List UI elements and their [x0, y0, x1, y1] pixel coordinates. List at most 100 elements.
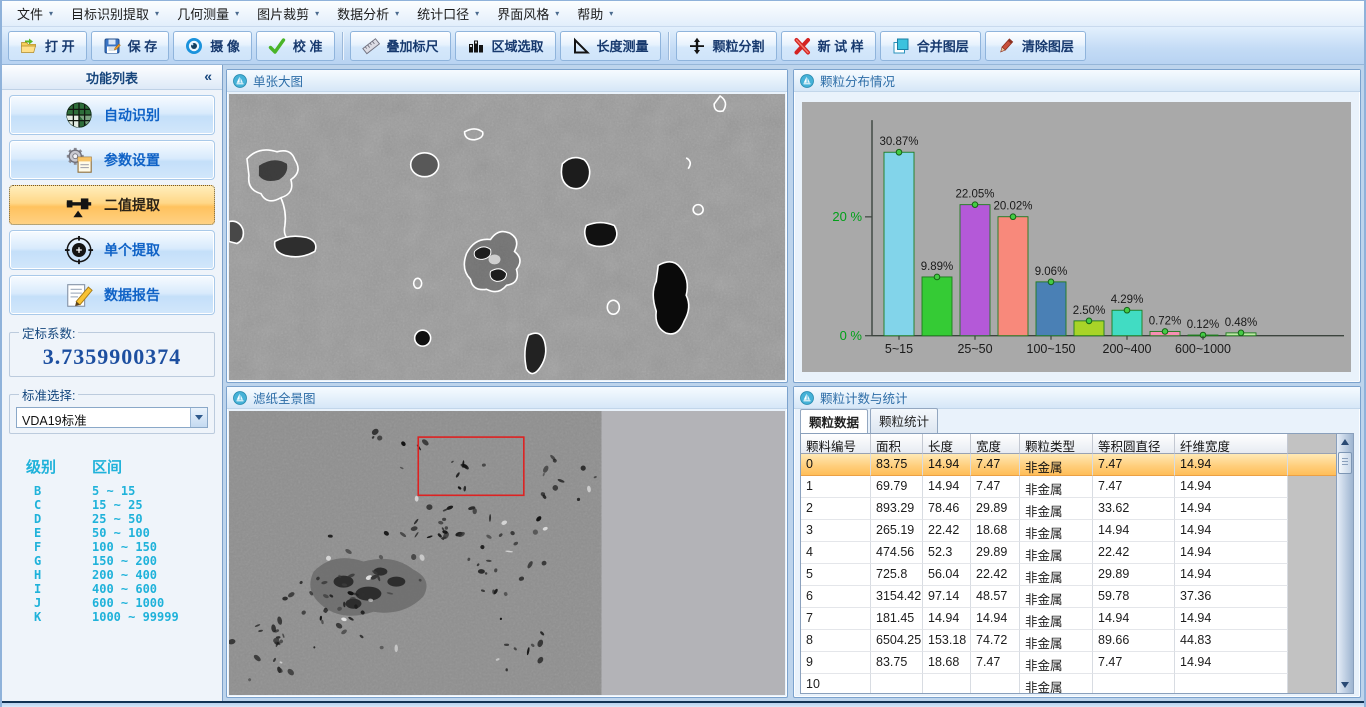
- scroll-down-button[interactable]: [1337, 677, 1353, 693]
- scroll-thumb[interactable]: [1338, 452, 1352, 474]
- clear-layers-button[interactable]: 清除图层: [985, 31, 1086, 61]
- sidebar-button-data-report[interactable]: 数据报告: [9, 275, 215, 315]
- table-cell: 2: [801, 498, 871, 520]
- chevron-down-icon: ▾: [155, 9, 159, 18]
- menu-item-0[interactable]: 文件▾: [8, 1, 62, 26]
- standard-label: 标准选择:: [19, 385, 78, 404]
- clear-layers-icon: [997, 37, 1015, 55]
- level-range: 400 ~ 600: [92, 582, 157, 596]
- table-row[interactable]: 3265.1922.4218.68非金属14.9414.94: [801, 520, 1336, 542]
- overlay-ruler-button[interactable]: 叠加标尺: [350, 31, 451, 61]
- camera-button[interactable]: 摄 像: [173, 31, 252, 61]
- table-row[interactable]: 7181.4514.9414.94非金属14.9414.94: [801, 608, 1336, 630]
- sidebar-button-binary-extract[interactable]: 二值提取: [9, 185, 215, 225]
- menu-item-5[interactable]: 统计口径▾: [408, 1, 488, 26]
- table-cell: 14.94: [1093, 520, 1175, 542]
- toolbar-separator: [342, 32, 343, 60]
- toolbar-button-label: 长度测量: [597, 36, 649, 55]
- table-cell: 7.47: [971, 476, 1020, 498]
- table-cell: 37.36: [1175, 586, 1288, 608]
- sidebar-button-auto-recognize[interactable]: 自动识别: [9, 95, 215, 135]
- triangle-up-icon: [1341, 439, 1349, 445]
- level-range: 100 ~ 150: [92, 540, 157, 554]
- table-cell: 7.47: [971, 454, 1020, 476]
- table-row[interactable]: 4474.5652.329.89非金属22.4214.94: [801, 542, 1336, 564]
- scroll-up-button[interactable]: [1337, 434, 1353, 450]
- sidebar-button-single-extract[interactable]: 单个提取: [9, 230, 215, 270]
- table-row[interactable]: 983.7518.687.47非金属7.4714.94: [801, 652, 1336, 674]
- chevron-down-icon: ▾: [555, 9, 559, 18]
- menu-item-3[interactable]: 图片裁剪▾: [248, 1, 328, 26]
- table-cell: 非金属: [1020, 586, 1093, 608]
- level-grade: F: [26, 540, 92, 554]
- calibration-group: 定标系数: 3.7359900374: [9, 323, 215, 377]
- table-cell: 181.45: [871, 608, 923, 630]
- main-panels: 单张大图: [223, 65, 1364, 701]
- tab-particle-data[interactable]: 颗粒数据: [800, 409, 868, 434]
- toolbar-button-label: 区域选取: [492, 36, 544, 55]
- table-row[interactable]: 63154.4297.1448.57非金属59.7837.36: [801, 586, 1336, 608]
- table-row[interactable]: 86504.25153.1874.72非金属89.6644.83: [801, 630, 1336, 652]
- svg-text:20.02%: 20.02%: [994, 201, 1033, 213]
- length-measure-button[interactable]: 长度测量: [560, 31, 661, 61]
- table-cell: 3154.42: [871, 586, 923, 608]
- sidebar-button-param-settings[interactable]: 参数设置: [9, 140, 215, 180]
- table-cell-filler: [1288, 652, 1336, 674]
- open-button[interactable]: 打 开: [8, 31, 87, 61]
- level-range: 150 ~ 200: [92, 554, 157, 568]
- table-cell: 6504.25: [871, 630, 923, 652]
- table-vertical-scrollbar[interactable]: [1336, 434, 1353, 693]
- tab-particle-stats[interactable]: 颗粒统计: [870, 408, 938, 433]
- table-cell: 14.94: [1175, 652, 1288, 674]
- table-row[interactable]: 5725.856.0422.42非金属29.8914.94: [801, 564, 1336, 586]
- menu-item-4[interactable]: 数据分析▾: [328, 1, 408, 26]
- calibrate-button[interactable]: 校 准: [256, 31, 335, 61]
- sidebar-buttons: 自动识别参数设置二值提取单个提取数据报告: [2, 90, 222, 315]
- menu-item-2[interactable]: 几何测量▾: [168, 1, 248, 26]
- table-cell-filler: [1288, 674, 1336, 693]
- calibration-label: 定标系数:: [19, 323, 78, 342]
- table-row[interactable]: 2893.2978.4629.89非金属33.6214.94: [801, 498, 1336, 520]
- combobox-dropdown-button[interactable]: [190, 408, 207, 427]
- column-header: 面积: [871, 434, 923, 454]
- menu-item-6[interactable]: 界面风格▾: [488, 1, 568, 26]
- toolbar: 打 开 保 存摄 像校 准叠加标尺 区域选取 长度测量 颗粒分割新 试 样合并图层清除图…: [2, 27, 1364, 65]
- svg-text:0 %: 0 %: [840, 328, 863, 343]
- sidebar-collapse-button[interactable]: «: [204, 68, 212, 84]
- table-cell-filler: [1288, 476, 1336, 498]
- panorama-canvas[interactable]: [229, 411, 785, 695]
- save-button[interactable]: 保 存: [91, 31, 170, 61]
- standard-group: 标准选择: VDA19标准: [9, 385, 215, 434]
- svg-text:2.50%: 2.50%: [1073, 305, 1106, 317]
- single-image-canvas[interactable]: [229, 94, 785, 380]
- merge-layers-button[interactable]: 合并图层: [880, 31, 981, 61]
- table-cell: 非金属: [1020, 476, 1093, 498]
- length-measure-icon: [572, 37, 590, 55]
- toolbar-button-label: 保 存: [128, 36, 158, 55]
- table-row[interactable]: 10非金属: [801, 674, 1336, 693]
- table-cell: 29.89: [971, 498, 1020, 520]
- standard-combobox[interactable]: VDA19标准: [16, 407, 208, 428]
- table-cell: 7.47: [1093, 476, 1175, 498]
- bar-chart: 0 %20 %30.87%9.89%22.05%20.02%9.06%2.50%…: [802, 102, 1351, 372]
- region-select-icon: [467, 37, 485, 55]
- table-cell: 29.89: [1093, 564, 1175, 586]
- panel-single-image-titlebar: 单张大图: [227, 70, 787, 92]
- sidebar-button-label: 二值提取: [104, 195, 160, 215]
- table-row[interactable]: 083.7514.947.47非金属7.4714.94: [801, 454, 1336, 476]
- menu-item-1[interactable]: 目标识别提取▾: [62, 1, 168, 26]
- sidebar-button-label: 自动识别: [104, 105, 160, 125]
- level-range: 25 ~ 50: [92, 512, 143, 526]
- level-grade: C: [26, 498, 92, 512]
- menu-item-7[interactable]: 帮助▾: [568, 1, 622, 26]
- new-sample-button[interactable]: 新 试 样: [781, 31, 876, 61]
- stats-tabs: 颗粒数据颗粒统计: [800, 413, 1354, 433]
- panel-panorama: 滤纸全景图: [226, 386, 788, 698]
- table-cell: 893.29: [871, 498, 923, 520]
- panel-statistics: 颗粒计数与统计 颗粒数据颗粒统计 颗料编号面积长度宽度颗粒类型等积圆直径纤维宽度…: [793, 386, 1361, 698]
- particle-split-button[interactable]: 颗粒分割: [676, 31, 777, 61]
- table-row[interactable]: 169.7914.947.47非金属7.4714.94: [801, 476, 1336, 498]
- microscope-icon: [233, 391, 247, 405]
- level-row: D25 ~ 50: [26, 512, 222, 526]
- region-select-button[interactable]: 区域选取: [455, 31, 556, 61]
